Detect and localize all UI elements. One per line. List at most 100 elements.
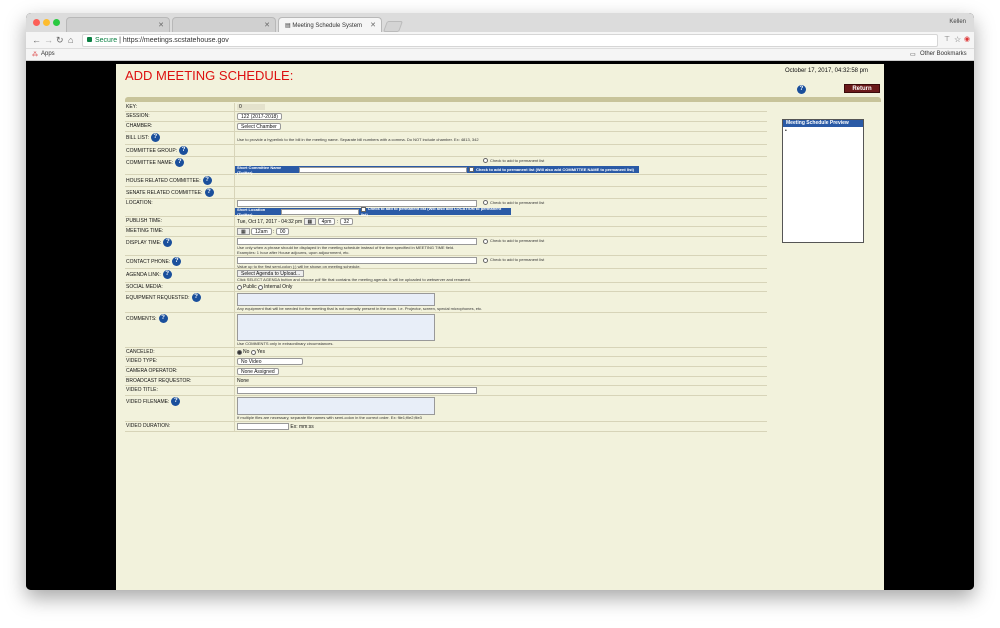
row-video-type: VIDEO TYPE: No Video bbox=[125, 357, 767, 368]
page-body: ADD MEETING SCHEDULE: October 17, 2017, … bbox=[116, 64, 884, 590]
canceled-no-radio[interactable] bbox=[237, 349, 242, 355]
help-icon[interactable]: ? bbox=[150, 133, 160, 142]
help-icon[interactable]: ? bbox=[158, 314, 168, 324]
page-viewport: ADD MEETING SCHEDULE: October 17, 2017, … bbox=[26, 61, 974, 590]
calendar-icon[interactable]: ▦ bbox=[303, 218, 317, 225]
video-filename-textarea[interactable] bbox=[237, 397, 435, 416]
session-select[interactable]: 122 (2017-2018) bbox=[237, 113, 282, 120]
help-icon[interactable]: ? bbox=[175, 158, 185, 167]
row-committee-name: COMMITTEE NAME:? Check to add to permane… bbox=[125, 157, 767, 175]
location-permanent-checkbox[interactable] bbox=[483, 200, 488, 206]
header-divider bbox=[125, 97, 881, 102]
row-video-duration: VIDEO DURATION: Ex: mm:ss bbox=[125, 422, 767, 433]
key-value: 0 bbox=[237, 104, 265, 110]
contact-permanent-checkbox[interactable] bbox=[483, 257, 488, 263]
row-publish-time: PUBLISH TIME: Tue, Oct 17, 2017 - 04:32 p… bbox=[125, 217, 767, 228]
help-icon[interactable]: ? bbox=[172, 257, 182, 267]
internal-radio[interactable] bbox=[258, 284, 264, 290]
close-tab-icon[interactable]: ✕ bbox=[370, 21, 376, 29]
row-agenda-link: AGENDA LINK:? Select Agenda to Upload...… bbox=[125, 269, 767, 284]
comments-textarea[interactable] bbox=[237, 314, 435, 342]
back-icon[interactable]: ← bbox=[32, 35, 41, 45]
row-committee-group: COMMITTEE GROUP:? bbox=[125, 145, 767, 157]
short-committee-input[interactable] bbox=[299, 166, 467, 173]
preview-title: Meeting Schedule Preview bbox=[783, 120, 863, 127]
row-camera-operator: CAMERA OPERATOR: None Assigned bbox=[125, 367, 767, 378]
video-title-input[interactable] bbox=[237, 387, 477, 395]
maximize-window-button[interactable] bbox=[53, 19, 60, 26]
meeting-hour-select[interactable]: 12am bbox=[251, 228, 272, 236]
tab-bar: ✕ ✕ ▤ Meeting Schedule System ✕ Kellen bbox=[26, 13, 974, 32]
return-button[interactable]: Return bbox=[844, 84, 880, 93]
row-video-title: VIDEO TITLE: bbox=[125, 386, 767, 397]
short-location-label: Short Location (Twitter) bbox=[237, 206, 266, 217]
home-icon[interactable]: ⌂ bbox=[68, 35, 73, 45]
short-location-input[interactable] bbox=[280, 208, 359, 215]
display-time-input[interactable] bbox=[237, 238, 477, 246]
help-icon[interactable]: ? bbox=[204, 188, 214, 197]
equipment-textarea[interactable] bbox=[237, 293, 435, 307]
browser-tab-1[interactable]: ✕ bbox=[66, 17, 170, 32]
row-session: SESSION: 122 (2017-2018) bbox=[125, 112, 767, 122]
star-icon[interactable]: ☆ bbox=[954, 35, 961, 45]
help-icon[interactable]: ? bbox=[191, 293, 201, 303]
help-icon[interactable]: ? bbox=[797, 85, 806, 94]
address-bar-row: ← → ↻ ⌂ Secure | https://meetings.scstat… bbox=[26, 32, 974, 49]
browser-tab-active[interactable]: ▤ Meeting Schedule System ✕ bbox=[278, 17, 382, 32]
video-duration-input[interactable] bbox=[237, 423, 289, 431]
help-icon[interactable]: ? bbox=[179, 146, 189, 155]
other-bookmarks[interactable]: Other Bookmarks bbox=[920, 51, 967, 57]
row-house-related: HOUSE RELATED COMMITTEE:? bbox=[125, 175, 767, 187]
profile-name[interactable]: Kellen bbox=[949, 19, 966, 25]
row-senate-related: SENATE RELATED COMMITTEE:? bbox=[125, 187, 767, 199]
new-tab-button[interactable] bbox=[382, 21, 404, 32]
contact-phone-input[interactable] bbox=[237, 257, 477, 265]
close-tab-icon[interactable]: ✕ bbox=[264, 21, 270, 29]
short-committee-label: Short Committee Name (Twitter) bbox=[237, 164, 282, 175]
apps-link[interactable]: Apps bbox=[41, 51, 55, 57]
row-bill-list: BILL LIST:? Use to provide a hyperlink to… bbox=[125, 132, 767, 145]
help-icon[interactable]: ? bbox=[163, 238, 173, 248]
row-chamber: CHAMBER: Select Chamber bbox=[125, 122, 767, 132]
help-icon[interactable]: ? bbox=[171, 397, 181, 407]
page-title: ADD MEETING SCHEDULE: bbox=[125, 68, 294, 83]
lock-icon bbox=[87, 37, 92, 42]
help-icon[interactable]: ? bbox=[202, 176, 212, 185]
publish-hour-select[interactable]: 4pm bbox=[317, 218, 336, 226]
folder-icon: ▭ bbox=[910, 52, 916, 58]
row-key: KEY: 0 bbox=[125, 103, 767, 112]
committee-permanent-checkbox[interactable] bbox=[483, 158, 488, 164]
url-input[interactable]: Secure | https://meetings.scstatehouse.g… bbox=[82, 34, 938, 47]
pin-icon[interactable]: ⊤ bbox=[944, 35, 950, 45]
help-icon[interactable]: ? bbox=[162, 270, 172, 280]
select-agenda-button[interactable]: Select Agenda to Upload... bbox=[237, 270, 305, 278]
camera-operator-select[interactable]: None Assigned bbox=[237, 368, 279, 376]
display-time-permanent-checkbox[interactable] bbox=[483, 238, 488, 244]
public-radio[interactable] bbox=[237, 284, 242, 290]
minimize-window-button[interactable] bbox=[43, 19, 50, 26]
row-location: LOCATION: Check to add to permanent list… bbox=[125, 199, 767, 217]
row-display-time: DISPLAY TIME:? Check to add to permanent… bbox=[125, 237, 767, 257]
browser-window: ✕ ✕ ▤ Meeting Schedule System ✕ Kellen ← … bbox=[26, 13, 974, 590]
video-type-select[interactable]: No Video bbox=[237, 358, 303, 366]
row-meeting-time: MEETING TIME: ▦ 12am : 00 bbox=[125, 227, 767, 238]
apps-icon[interactable]: ⁂ bbox=[32, 51, 38, 58]
publish-date: Tue, Oct 17, 2017 - 04:32 pm bbox=[237, 219, 303, 225]
row-broadcast-requestor: BROADCAST REQUESTOR: None bbox=[125, 377, 767, 387]
reload-icon[interactable]: ↻ bbox=[56, 35, 64, 45]
row-contact-phone: CONTACT PHONE:? Check to add to permanen… bbox=[125, 256, 767, 270]
row-equipment: EQUIPMENT REQUESTED:? Any equipment that… bbox=[125, 292, 767, 314]
extension-icon[interactable]: ◉ bbox=[964, 35, 970, 45]
broadcast-requestor-value: None bbox=[237, 378, 249, 385]
publish-min-select[interactable]: 32 bbox=[339, 218, 354, 226]
forward-icon[interactable]: → bbox=[44, 35, 53, 45]
close-tab-icon[interactable]: ✕ bbox=[158, 21, 164, 29]
close-window-button[interactable] bbox=[33, 19, 40, 26]
browser-tab-2[interactable]: ✕ bbox=[172, 17, 276, 32]
preview-bullet: • bbox=[785, 128, 787, 134]
calendar-icon[interactable]: ▦ bbox=[237, 228, 250, 236]
committee-name-permanent-checkbox[interactable] bbox=[469, 167, 474, 173]
chamber-select[interactable]: Select Chamber bbox=[237, 123, 281, 130]
meeting-min-select[interactable]: 00 bbox=[275, 228, 290, 236]
canceled-yes-radio[interactable] bbox=[250, 349, 256, 355]
